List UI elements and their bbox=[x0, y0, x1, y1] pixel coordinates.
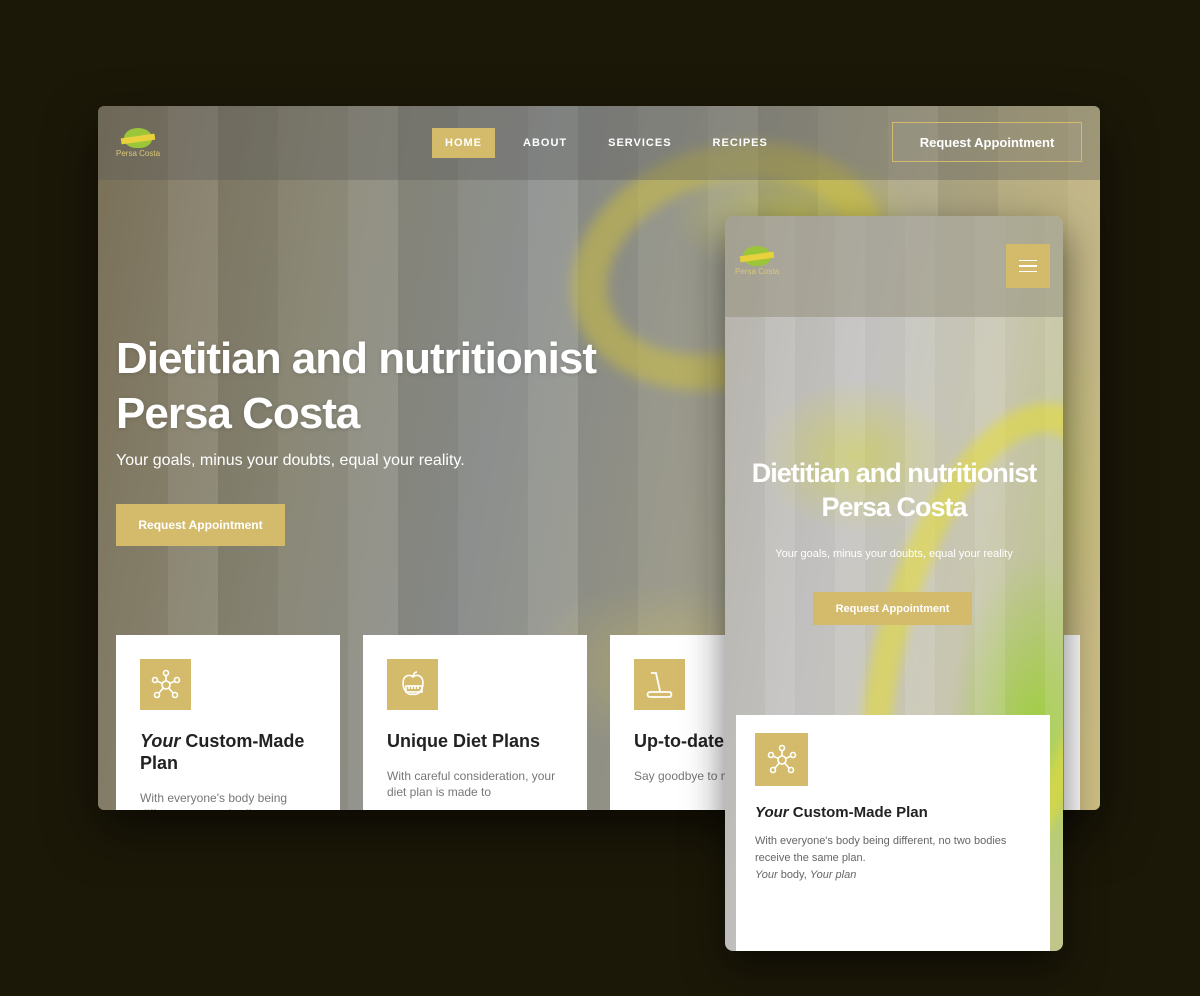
card-text-line3: Your body, Your plan bbox=[755, 867, 1031, 884]
nav-item-services[interactable]: SERVICES bbox=[595, 128, 684, 158]
card-text-line2: receive the same plan. bbox=[755, 852, 866, 864]
card-title: Your Custom-Made Plan bbox=[140, 730, 316, 774]
logo-text: Persa Costa bbox=[735, 267, 780, 276]
header-request-appointment-button[interactable]: Request Appointment bbox=[892, 122, 1082, 162]
logo-apple-icon bbox=[121, 126, 155, 148]
card-text-line1: With everyone's body being different, no… bbox=[755, 835, 1007, 847]
mobile-header: Persa Costa bbox=[725, 216, 1063, 317]
card-text: With everyone's body being different, no… bbox=[755, 833, 1031, 884]
mobile-hero-title-line2: Persa Costa bbox=[821, 492, 967, 522]
hero-title: Dietitian and nutritionist Persa Costa bbox=[116, 331, 676, 441]
nav-item-home[interactable]: HOME bbox=[432, 128, 495, 158]
network-nodes-icon bbox=[755, 733, 808, 786]
hero-subtitle: Your goals, minus your doubts, equal you… bbox=[116, 452, 465, 469]
nav-item-about[interactable]: ABOUT bbox=[510, 128, 580, 158]
treadmill-icon bbox=[634, 659, 685, 710]
card-title-rest: Unique Diet Plans bbox=[387, 731, 541, 751]
card-text-emphasis: Your bbox=[755, 869, 778, 881]
feature-card-custom-plan: Your Custom-Made Plan With everyone's bo… bbox=[116, 635, 340, 810]
feature-card-unique-diet: Unique Diet Plans With careful considera… bbox=[363, 635, 587, 810]
hero-title-line2: Persa Costa bbox=[116, 389, 360, 438]
hamburger-icon[interactable] bbox=[1006, 244, 1050, 288]
logo-text: Persa Costa bbox=[116, 149, 161, 158]
mobile-request-appointment-button[interactable]: Request Appointment bbox=[813, 592, 972, 625]
card-title: Your Custom-Made Plan bbox=[755, 804, 1031, 821]
mobile-feature-card-custom-plan: Your Custom-Made Plan With everyone's bo… bbox=[736, 715, 1050, 951]
card-title-emphasis: Your bbox=[755, 804, 789, 821]
mobile-hero-subtitle: Your goals, minus your doubts, equal you… bbox=[775, 548, 1013, 560]
card-title-emphasis: Your bbox=[140, 731, 181, 751]
card-text-emphasis: Your plan bbox=[809, 869, 857, 881]
mobile-mockup: Persa Costa Dietitian and nutritionist P… bbox=[725, 216, 1063, 951]
card-title-rest: Custom-Made Plan bbox=[788, 804, 928, 821]
card-text: With everyone's body being different, no… bbox=[140, 791, 288, 810]
card-title: Unique Diet Plans bbox=[387, 730, 563, 752]
network-nodes-icon bbox=[140, 659, 191, 710]
main-nav: HOME ABOUT SERVICES RECIPES bbox=[432, 128, 796, 158]
mobile-logo[interactable]: Persa Costa bbox=[735, 244, 779, 276]
logo-apple-icon bbox=[740, 244, 774, 266]
site-header: Persa Costa HOME ABOUT SERVICES RECIPES … bbox=[98, 106, 1100, 180]
feature-card-partial bbox=[1064, 635, 1080, 810]
mobile-hero-title-line1: Dietitian and nutritionist bbox=[751, 458, 1038, 488]
hero-request-appointment-button[interactable]: Request Appointment bbox=[116, 504, 285, 546]
card-title-rest: Up-to-date bbox=[634, 731, 724, 751]
card-text-mid: body, bbox=[777, 869, 810, 881]
logo[interactable]: Persa Costa bbox=[116, 126, 160, 158]
apple-measure-icon bbox=[387, 659, 438, 710]
nav-item-recipes[interactable]: RECIPES bbox=[700, 128, 781, 158]
card-text: With careful consideration, your diet pl… bbox=[387, 769, 556, 799]
hero-title-line1: Dietitian and nutritionist bbox=[116, 334, 597, 383]
mobile-hero-title: Dietitian and nutritionist Persa Costa bbox=[725, 456, 1063, 524]
